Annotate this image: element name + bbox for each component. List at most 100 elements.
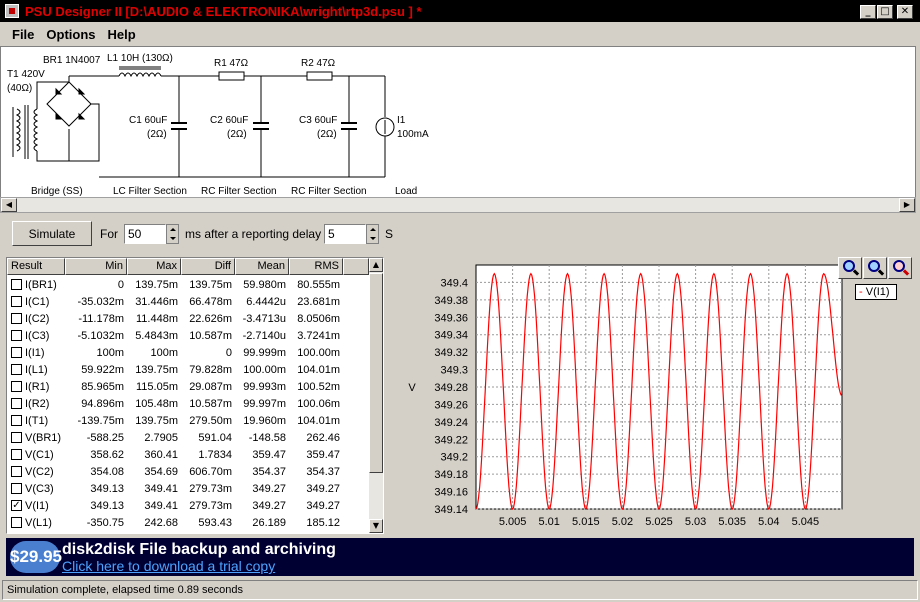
scroll-up-icon[interactable]: ▲	[369, 258, 383, 272]
col-diff[interactable]: Diff	[181, 258, 235, 275]
cell-max: 139.75m	[135, 278, 178, 291]
result-checkbox[interactable]	[11, 313, 22, 324]
cell-max: 242.68	[144, 516, 178, 529]
cell-mean: 59.980m	[243, 278, 286, 291]
result-name: V(BR1)	[25, 431, 62, 444]
cell-diff: 593.43	[198, 516, 232, 529]
app-icon[interactable]	[5, 4, 19, 18]
col-rms[interactable]: RMS	[289, 258, 343, 275]
label-c3: C3 60uF	[299, 115, 337, 126]
ad-banner[interactable]: $29.95 disk2disk File backup and archivi…	[6, 538, 914, 576]
table-row[interactable]: I(T1) -139.75m 139.75m 279.50m 19.960m 104.01…	[7, 412, 369, 429]
inductor-l1[interactable]	[118, 66, 219, 78]
scroll-right-icon[interactable]: ▶	[899, 198, 915, 212]
result-name: I(R1)	[25, 380, 50, 393]
scroll-thumb[interactable]	[369, 273, 383, 473]
result-name: V(C3)	[25, 482, 54, 495]
result-checkbox[interactable]	[11, 466, 22, 477]
result-checkbox[interactable]: ✓	[11, 500, 22, 511]
table-row[interactable]: I(L1) 59.922m 139.75m 79.828m 100.00m 104.01m	[7, 361, 369, 378]
cell-min: 354.08	[90, 465, 124, 478]
result-name: I(R2)	[25, 397, 50, 410]
result-checkbox[interactable]	[11, 432, 22, 443]
capacitor-c3[interactable]	[341, 76, 357, 177]
zoom-reset-icon[interactable]	[888, 257, 912, 279]
x-tick-label: 5.03	[685, 516, 706, 528]
delay-spinner[interactable]	[366, 224, 379, 244]
table-row[interactable]: ✓ V(I1) 349.13 349.41 279.73m 349.27 349.27	[7, 497, 369, 514]
table-row[interactable]: I(R1) 85.965m 115.05m 29.087m 99.993m 100.52m	[7, 378, 369, 395]
scroll-left-icon[interactable]: ◀	[1, 198, 17, 212]
duration-spinner[interactable]	[166, 224, 179, 244]
cell-diff: 0	[225, 346, 232, 359]
result-checkbox[interactable]	[11, 330, 22, 341]
table-row[interactable]: V(C2) 354.08 354.69 606.70m 354.37 354.37	[7, 463, 369, 480]
col-min[interactable]: Min	[65, 258, 127, 275]
table-scrollbar[interactable]: ▲ ▼	[369, 258, 383, 533]
current-source-i1[interactable]	[375, 76, 395, 177]
result-name-cell: V(C2)	[7, 466, 65, 478]
cell-min: 100m	[96, 346, 124, 359]
cell-diff: 10.587m	[189, 329, 232, 342]
table-row[interactable]: I(R2) 94.896m 105.48m 10.587m 99.997m 100.06m	[7, 395, 369, 412]
y-tick-label: 349.26	[434, 399, 468, 411]
result-checkbox[interactable]	[11, 279, 22, 290]
label-i1: I1	[397, 115, 406, 126]
simulate-button[interactable]: Simulate	[12, 221, 92, 246]
result-checkbox[interactable]	[11, 415, 22, 426]
chart-panel: 349.4 349.38 349.36 349.34 349.32 349.3 349.28…	[390, 255, 914, 534]
result-checkbox[interactable]	[11, 364, 22, 375]
banner-download-link[interactable]: Click here to download a trial copy	[62, 558, 275, 574]
table-row[interactable]: V(BR1) -588.25 2.7905 591.04 -148.58 262.46	[7, 429, 369, 446]
menu-options[interactable]: Options	[40, 27, 101, 42]
schematic-canvas[interactable]: T1 420V (40Ω) BR1 1N4007 L1 10H (130Ω) R…	[0, 46, 916, 198]
capacitor-c2[interactable]	[253, 76, 269, 177]
duration-input[interactable]: 50	[124, 224, 166, 244]
delay-input[interactable]: 5	[324, 224, 366, 244]
y-tick-label: 349.28	[434, 382, 468, 394]
table-row[interactable]: I(C1) -35.032m 31.446m 66.478m 6.4442u 23.681…	[7, 293, 369, 310]
menu-help[interactable]: Help	[102, 27, 142, 42]
scroll-down-icon[interactable]: ▼	[369, 519, 383, 533]
schematic-scrollbar[interactable]: ◀ ▶	[0, 197, 916, 213]
resistor-r1[interactable]	[218, 71, 307, 81]
table-row[interactable]: I(C3) -5.1032m 5.4843m 10.587m -2.7140u 3.724…	[7, 327, 369, 344]
capacitor-c1[interactable]	[171, 76, 187, 177]
price-badge: $29.95	[10, 541, 62, 573]
result-checkbox[interactable]	[11, 483, 22, 494]
y-axis-label: V	[408, 382, 416, 394]
menu-file[interactable]: File	[6, 27, 40, 42]
result-checkbox[interactable]	[11, 517, 22, 528]
cell-min: 358.62	[90, 448, 124, 461]
result-checkbox[interactable]	[11, 381, 22, 392]
cell-rms: 349.27	[306, 499, 340, 512]
table-row[interactable]: I(C2) -11.178m 11.448m 22.626m -3.4713u 8.050…	[7, 310, 369, 327]
voltage-chart[interactable]: 349.4 349.38 349.36 349.34 349.32 349.3 349.28…	[390, 255, 914, 534]
result-checkbox[interactable]	[11, 398, 22, 409]
result-checkbox[interactable]	[11, 296, 22, 307]
ms-label: ms after a reporting delay of	[185, 227, 335, 241]
table-row[interactable]: V(C3) 349.13 349.41 279.73m 349.27 349.27	[7, 480, 369, 497]
col-max[interactable]: Max	[127, 258, 181, 275]
maximize-button[interactable]: □	[877, 5, 893, 19]
cell-max: 5.4843m	[135, 329, 178, 342]
bridge-br1[interactable]	[46, 75, 119, 162]
zoom-in-icon[interactable]	[838, 257, 862, 279]
resistor-r2[interactable]	[306, 71, 385, 81]
banner-title: disk2disk File backup and archiving	[62, 541, 336, 558]
col-mean[interactable]: Mean	[235, 258, 289, 275]
col-result[interactable]: Result	[7, 258, 65, 275]
close-button[interactable]: ✕	[897, 5, 913, 19]
minimize-button[interactable]: _	[860, 5, 876, 19]
result-name-cell: I(T1)	[7, 415, 65, 427]
y-tick-label: 349.3	[440, 365, 468, 377]
zoom-out-icon[interactable]	[863, 257, 887, 279]
table-row[interactable]: V(L1) -350.75 242.68 593.43 26.189 185.12	[7, 514, 369, 531]
table-row[interactable]: V(C1) 358.62 360.41 1.7834 359.47 359.47	[7, 446, 369, 463]
cell-mean: 100.00m	[243, 363, 286, 376]
table-row[interactable]: I(BR1) 0 139.75m 139.75m 59.980m 80.555m	[7, 276, 369, 293]
result-checkbox[interactable]	[11, 347, 22, 358]
cell-mean: 349.27	[252, 482, 286, 495]
table-row[interactable]: I(I1) 100m 100m 0 99.999m 100.00m	[7, 344, 369, 361]
result-checkbox[interactable]	[11, 449, 22, 460]
